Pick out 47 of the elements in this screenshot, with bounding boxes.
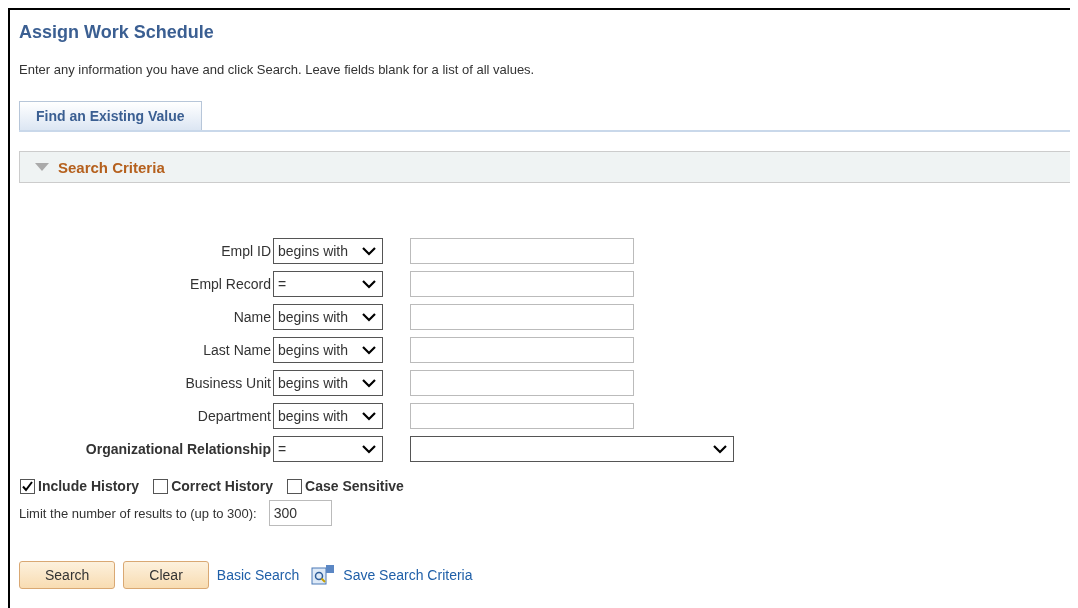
- chevron-down-icon: [362, 411, 376, 421]
- basic-search-link[interactable]: Basic Search: [216, 567, 300, 583]
- value-field[interactable]: [410, 238, 634, 264]
- chevron-down-icon: [362, 444, 376, 454]
- tab[interactable]: Find an Existing Value: [19, 101, 202, 130]
- field-label: Business Unit: [185, 375, 272, 391]
- checkbox-label: Correct History: [171, 478, 274, 494]
- value-field[interactable]: [410, 271, 634, 297]
- chevron-down-icon: [713, 444, 727, 454]
- operator-dropdown[interactable]: begins with: [273, 304, 383, 330]
- section-title: Search Criteria: [58, 158, 165, 176]
- search-button[interactable]: Search: [19, 561, 116, 589]
- limit-label: Limit the number of results to (up to 300):: [19, 505, 257, 521]
- chevron-down-icon: [362, 279, 376, 289]
- checkbox[interactable]: [20, 478, 35, 494]
- chevron-down-icon: [362, 246, 376, 256]
- value-field[interactable]: [410, 403, 634, 429]
- value-field[interactable]: [410, 370, 634, 396]
- field-label: Organizational Relationship: [85, 441, 272, 457]
- operator-dropdown[interactable]: begins with: [273, 370, 383, 396]
- operator-dropdown[interactable]: =: [273, 271, 383, 297]
- chevron-down-icon: [362, 345, 376, 355]
- instructions: Enter any information you have and click Search. Leave fields blank for a list of all values.: [19, 62, 536, 77]
- field-label: Department: [197, 408, 272, 424]
- field-label: Empl ID: [221, 243, 272, 259]
- operator-dropdown[interactable]: begins with: [273, 337, 383, 363]
- page-title: Assign Work Schedule: [19, 22, 215, 43]
- value-field[interactable]: [410, 304, 634, 330]
- checkbox[interactable]: [287, 478, 303, 494]
- value-dropdown[interactable]: [410, 436, 734, 462]
- limit-field[interactable]: 300: [268, 500, 332, 526]
- save-search-link[interactable]: Save Search Criteria: [343, 567, 473, 583]
- operator-dropdown[interactable]: begins with: [273, 238, 383, 264]
- value-field[interactable]: [410, 337, 634, 363]
- field-label: Name: [233, 309, 272, 325]
- chevron-down-icon: [362, 312, 376, 322]
- checkbox-label: Case Sensitive: [305, 478, 404, 494]
- magnifier-document-icon[interactable]: [311, 564, 336, 586]
- checkbox[interactable]: [153, 478, 169, 494]
- field-label: Last Name: [203, 342, 272, 358]
- clear-button[interactable]: Clear: [123, 561, 209, 589]
- operator-dropdown[interactable]: =: [273, 436, 383, 462]
- field-label: Empl Record: [190, 276, 272, 292]
- section-header[interactable]: Search Criteria: [19, 151, 1070, 183]
- checkbox-label: Include History: [38, 478, 140, 494]
- operator-dropdown[interactable]: begins with: [273, 403, 383, 429]
- chevron-down-icon: [362, 378, 376, 388]
